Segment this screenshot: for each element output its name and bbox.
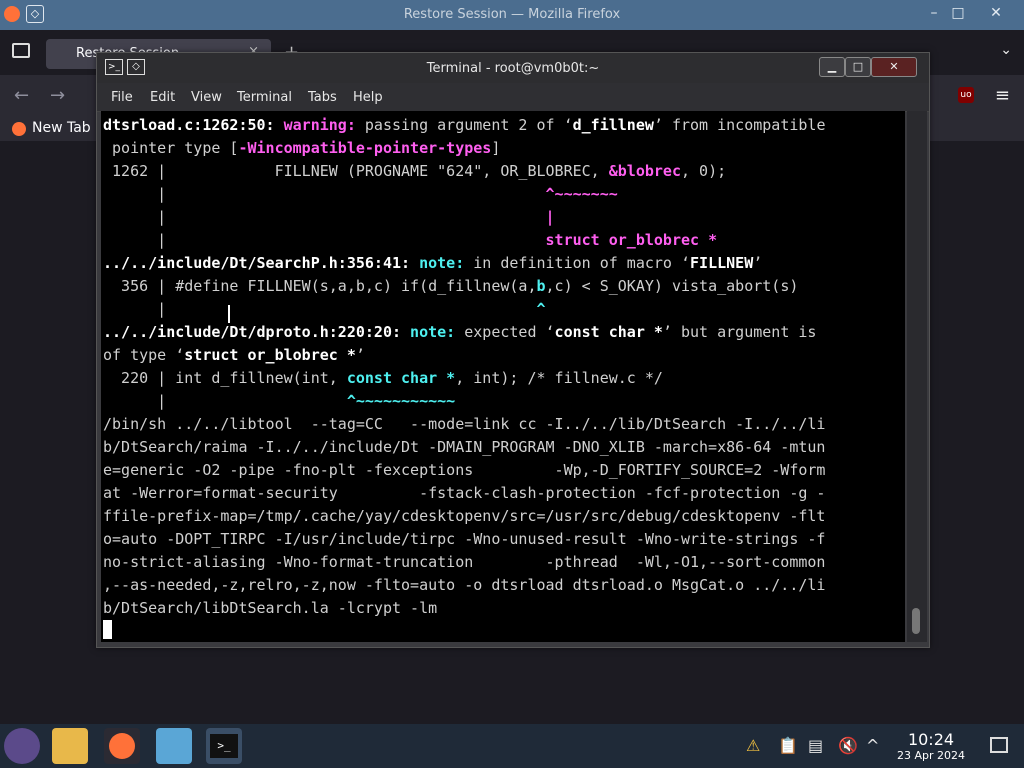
line-13-text: | [103,392,347,410]
terminal-menubar: File Edit View Terminal Tabs Help [97,83,929,112]
line-10-note: note: [410,323,465,341]
line-18: ffile-prefix-map=/tmp/.cache/yay/cdeskto… [103,507,826,525]
volume-muted-icon[interactable]: 🔇 [838,736,858,755]
menu-help[interactable]: Help [353,90,383,105]
line-12-text: 220 | int d_fillnew(int, [103,369,347,387]
terminal-title: Terminal - root@vm0b0t:~ [426,61,600,76]
line-8-end: ,c) < S_OKAY) vista_abort(s) [545,277,799,295]
taskbar: >_ ⚠ 📋 ▤ 🔇 ^ 10:24 23 Apr 2024 [0,724,1024,768]
back-button[interactable]: ← [14,85,29,106]
menu-tabs[interactable]: Tabs [308,90,337,105]
terminal-close-button[interactable]: ✕ [871,57,917,77]
line-2-end: ] [491,139,501,157]
terminal-text: dtsrload.c:1262:50: warning: passing arg… [103,114,826,643]
line-3-end: , 0); [680,162,727,180]
firefox-maximize-button[interactable]: □ [948,5,968,21]
terminal-minimize-button[interactable]: ▁ [819,57,845,77]
line-1-file: dtsrload.c:1262:50: [103,116,284,134]
line-21: ,--as-needed,-z,relro,-z,now -flto=auto … [103,576,826,594]
line-20: no-strict-aliasing -Wno-format-truncatio… [103,553,826,571]
clock[interactable]: 10:24 23 Apr 2024 [888,730,974,762]
firefox-titlebar: ◇ Restore Session — Mozilla Firefox – □ … [0,0,1024,30]
line-11-type: struct or_blobrec * [184,346,356,364]
forward-button[interactable]: → [50,85,65,106]
menu-edit[interactable]: Edit [150,90,175,105]
file-manager-icon[interactable] [52,728,88,764]
settings-manager-icon[interactable] [156,728,192,764]
firefox-close-button[interactable]: ✕ [986,5,1006,21]
line-7-note: note: [419,254,474,272]
line-4-text: | [103,185,546,203]
line-8-text: 356 | #define FILLNEW(s,a,b,c) if(d_fill… [103,277,537,295]
scrollbar-thumb[interactable] [912,608,920,634]
line-5-marker: | [545,208,555,226]
line-9-marker: ^ [536,300,546,318]
terminal-cursor [103,620,112,639]
line-3-arg: &blobrec [608,162,681,180]
app-menu-icon[interactable] [4,728,40,764]
firefox-view-icon[interactable] [12,43,30,58]
line-22: b/DtSearch/libDtSearch.la -lcrypt -lm [103,599,438,617]
line-2-flag: -Wincompatible-pointer-types [238,139,492,157]
line-10-type: const char * [554,323,663,341]
tray-expand-icon[interactable]: ^ [866,736,879,755]
line-1-text: passing argument 2 of ‘ [364,116,573,134]
terminal-titlebar: >_ ◇ Terminal - root@vm0b0t:~ ▁ □ ✕ [97,53,929,83]
mouse-ibeam-cursor [228,305,236,323]
line-14: /bin/sh ../../libtool --tag=CC --mode=li… [103,415,826,433]
line-11-text: of type ‘ [103,346,185,364]
menu-terminal[interactable]: Terminal [237,90,292,105]
terminal-scrollbar[interactable] [907,111,927,642]
line-10-text: expected ‘ [464,323,555,341]
line-7-macro: FILLNEW [690,254,754,272]
line-10-file: ../../include/Dt/dproto.h:220:20: [103,323,411,341]
line-15: b/DtSearch/raima -I../../include/Dt -DMA… [103,438,826,456]
line-8-arg: b [536,277,546,295]
line-19: o=auto -DOPT_TIRPC -I/usr/include/tirpc … [103,530,826,548]
line-1-text-end: ’ from incompatible [653,116,826,134]
tab-list-button[interactable]: ⌄ [1000,42,1012,58]
notes-icon[interactable]: ▤ [808,736,823,755]
line-17: at -Werror=format-security -fstack-clash… [103,484,826,502]
line-11-end: ’ [355,346,365,364]
firefox-taskbar-icon[interactable] [104,728,140,764]
show-desktop-icon[interactable] [990,737,1008,753]
line-12-type: const char * [346,369,456,387]
terminal-window: >_ ◇ Terminal - root@vm0b0t:~ ▁ □ ✕ File… [96,52,930,648]
line-10-end: ’ but argument is [662,323,817,341]
line-6-text: | [103,231,546,249]
line-5-text: | [103,208,546,226]
line-12-end: , int); /* fillnew.c */ [455,369,663,387]
bookmark-new-tab[interactable]: New Tab [32,120,91,136]
menu-file[interactable]: File [111,90,133,105]
line-2-text: pointer type [ [103,139,239,157]
line-3-text: 1262 | FILLNEW (PROGNAME "624", OR_BLOBR… [103,162,609,180]
terminal-glyph: >_ [210,734,238,758]
ublock-icon[interactable]: uo [958,87,974,103]
line-16: e=generic -O2 -pipe -fno-plt -fexception… [103,461,826,479]
line-7-text: in definition of macro ‘ [473,254,691,272]
firefox-icon [12,122,26,136]
line-7-end: ’ [753,254,763,272]
clipboard-icon[interactable]: 📋 [778,736,798,755]
line-13-marker: ^~~~~~~~~~~~ [346,392,456,410]
app-menu-button[interactable]: ≡ [995,85,1010,106]
warning-icon[interactable]: ⚠ [746,736,760,755]
firefox-minimize-button[interactable]: – [924,5,944,21]
line-1-warning: warning: [283,116,365,134]
terminal-taskbar-icon[interactable]: >_ [206,728,242,764]
firefox-window-title: Restore Session — Mozilla Firefox [403,7,621,22]
line-6-type: struct or_blobrec * [545,231,718,249]
line-7-file: ../../include/Dt/SearchP.h:356:41: [103,254,420,272]
line-1-func: d_fillnew [572,116,654,134]
clock-time: 10:24 [907,730,955,749]
terminal-maximize-button[interactable]: □ [845,57,871,77]
line-9-text: | [103,300,537,318]
line-4-marker: ^~~~~~~~ [545,185,618,203]
menu-view[interactable]: View [191,90,222,105]
clock-date: 23 Apr 2024 [896,749,965,762]
terminal-output[interactable]: dtsrload.c:1262:50: warning: passing arg… [101,111,905,642]
